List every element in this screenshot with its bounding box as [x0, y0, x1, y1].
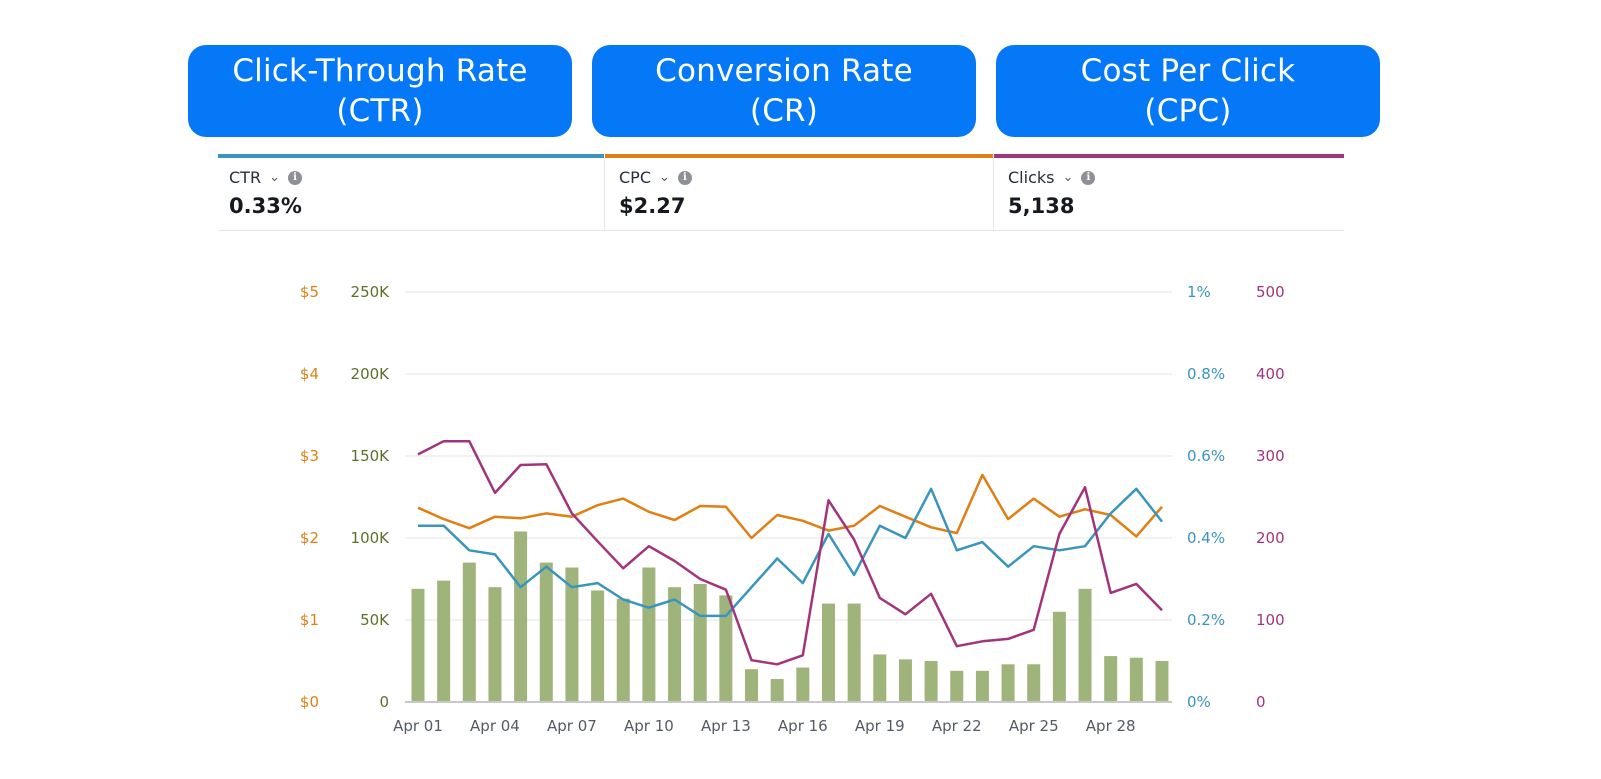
clicks-axis-tick-label: 200: [1256, 529, 1285, 547]
cpc-line[interactable]: [417, 473, 1163, 540]
x-axis-tick-label: Apr 19: [855, 717, 905, 735]
impressions-bar[interactable]: [745, 669, 759, 701]
impressions-axis-tick-label: 100K: [351, 529, 391, 547]
ctr-axis-tick-label: 1%: [1187, 283, 1211, 301]
x-axis-tick-label: Apr 25: [1009, 717, 1059, 735]
clicks-axis-tick-label: 300: [1256, 447, 1285, 465]
impressions-axis-tick-label: 50K: [360, 611, 390, 629]
x-axis-tick-label: Apr 10: [624, 717, 674, 735]
impressions-bar[interactable]: [514, 531, 528, 701]
impressions-bar[interactable]: [539, 562, 553, 701]
clicks-axis-tick-label: 500: [1256, 283, 1285, 301]
x-axis-tick-label: Apr 13: [701, 717, 751, 735]
cpc-axis-tick-label: $3: [300, 447, 319, 465]
impressions-axis-tick-label: 250K: [351, 283, 391, 301]
cpc-axis-tick-label: $0: [300, 693, 319, 711]
impressions-bar[interactable]: [847, 603, 861, 701]
impressions-bar[interactable]: [668, 587, 682, 701]
impressions-bar[interactable]: [1104, 656, 1118, 701]
impressions-bar[interactable]: [462, 562, 476, 701]
x-axis-tick-label: Apr 01: [393, 717, 443, 735]
clicks-line[interactable]: [417, 439, 1163, 666]
impressions-bar[interactable]: [1027, 664, 1041, 701]
impressions-bar[interactable]: [1001, 664, 1015, 701]
impressions-bar[interactable]: [411, 588, 425, 701]
impressions-axis-tick-label: 150K: [351, 447, 391, 465]
impressions-bar[interactable]: [693, 583, 707, 701]
cpc-axis-tick-label: $2: [300, 529, 319, 547]
impressions-bar[interactable]: [898, 659, 912, 701]
impressions-bar[interactable]: [1155, 661, 1169, 701]
series-lines: [417, 439, 1163, 666]
clicks-axis-tick-label: 100: [1256, 611, 1285, 629]
impressions-bar[interactable]: [1052, 611, 1066, 701]
impressions-bar[interactable]: [873, 654, 887, 701]
impressions-bar[interactable]: [488, 587, 502, 701]
impressions-bar[interactable]: [770, 679, 784, 701]
impressions-bar[interactable]: [591, 590, 605, 701]
impressions-axis-tick-label: 0: [379, 693, 389, 711]
clicks-axis-tick-label: 400: [1256, 365, 1285, 383]
impressions-bars: [411, 531, 1169, 701]
performance-chart: $0 0 0% 0 $1 50K 0.2% 100 $2 100K 0.4% 200 $3 150K 0.6…: [300, 283, 1285, 735]
ctr-axis-tick-label: 0.6%: [1187, 447, 1225, 465]
x-axis-tick-label: Apr 07: [547, 717, 597, 735]
impressions-bar[interactable]: [437, 580, 451, 701]
impressions-bar[interactable]: [1129, 657, 1143, 701]
impressions-bar[interactable]: [950, 670, 964, 701]
impressions-axis-tick-label: 200K: [351, 365, 391, 383]
x-axis-tick-label: Apr 04: [470, 717, 520, 735]
impressions-bar[interactable]: [975, 670, 989, 701]
impressions-bar[interactable]: [642, 567, 656, 701]
ctr-axis-tick-label: 0.2%: [1187, 611, 1225, 629]
cpc-axis-tick-label: $1: [300, 611, 319, 629]
ctr-line[interactable]: [418, 487, 1163, 618]
ctr-axis-tick-label: 0.4%: [1187, 529, 1225, 547]
ctr-axis-tick-label: 0.8%: [1187, 365, 1225, 383]
impressions-bar[interactable]: [796, 667, 810, 701]
impressions-bar[interactable]: [924, 661, 938, 701]
x-axis-tick-label: Apr 16: [778, 717, 828, 735]
impressions-bar[interactable]: [616, 598, 630, 701]
x-axis-tick-label: Apr 28: [1086, 717, 1136, 735]
impressions-bar[interactable]: [821, 603, 835, 701]
cpc-axis-tick-label: $5: [300, 283, 319, 301]
x-axis-tick-label: Apr 22: [932, 717, 982, 735]
impressions-bar[interactable]: [1078, 588, 1092, 701]
ctr-axis-tick-label: 0%: [1187, 693, 1211, 711]
clicks-axis-tick-label: 0: [1256, 693, 1266, 711]
cpc-axis-tick-label: $4: [300, 365, 319, 383]
